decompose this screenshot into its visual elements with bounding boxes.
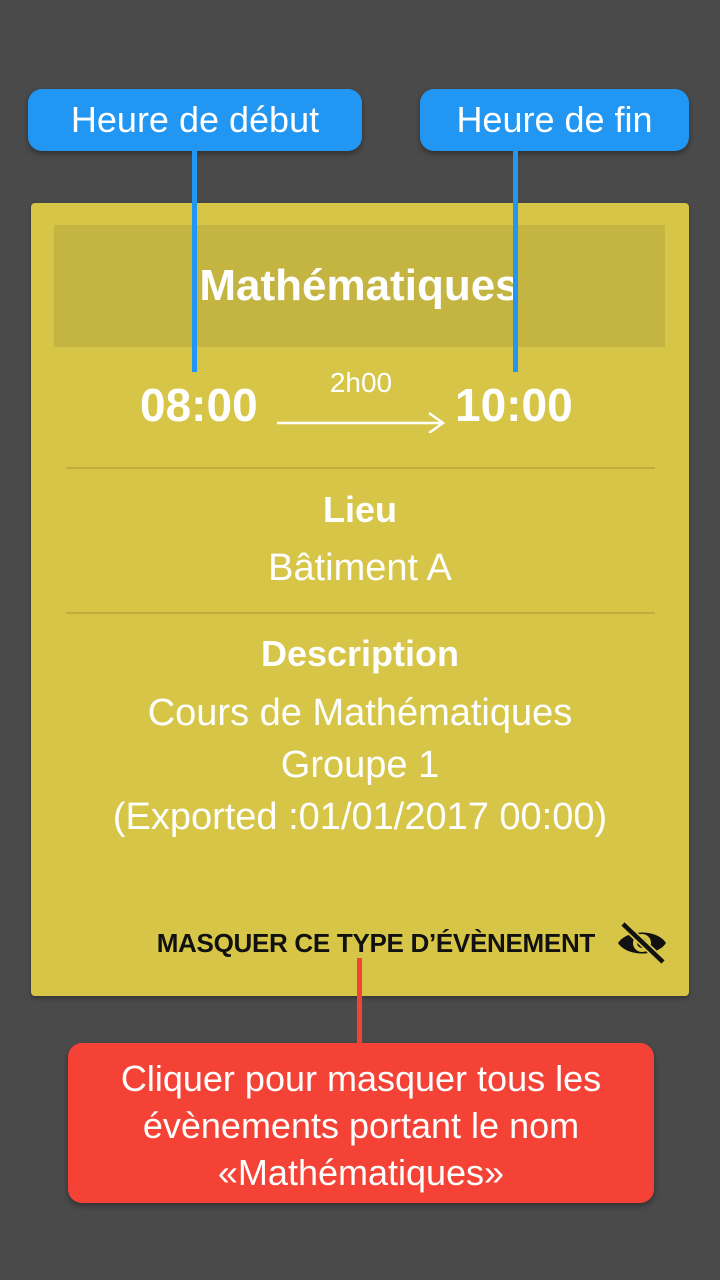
annotation-connector-start [192,150,197,372]
location-value: Bâtiment A [268,547,452,589]
annotation-hide-hint: Cliquer pour masquer tous les évènements… [68,1043,654,1203]
hide-event-type-label: MASQUER CE TYPE D’ÉVÈNEMENT [156,927,596,958]
location-label: Lieu [322,489,397,530]
annotation-hide-hint-line: Cliquer pour masquer tous les [120,1058,602,1099]
event-card: Mathématiques 08:00 2h00 10:00 Lieu Bâti… [31,203,689,996]
duration: 2h00 [329,367,393,398]
end-time: 10:00 [455,379,573,431]
divider [66,612,655,614]
hide-event-type-button[interactable]: MASQUER CE TYPE D’ÉVÈNEMENT [121,913,669,973]
annotation-connector-hide [357,958,362,1046]
event-title: Mathématiques [199,261,520,310]
annotation-hide-hint-line: évènements portant le nom [142,1105,580,1146]
annotation-end-time: Heure de fin [420,89,689,151]
start-time: 08:00 [140,379,258,431]
annotation-hide-hint-line: «Mathématiques» [217,1152,505,1193]
divider [66,467,655,469]
description-line: Groupe 1 [280,744,440,786]
description-line: (Exported :01/01/2017 00:00) [112,796,608,838]
description-label: Description [260,633,460,674]
arrow-right-icon [277,411,446,433]
annotation-connector-end [513,150,518,372]
eye-off-icon[interactable] [615,921,669,965]
event-title-band: Mathématiques [54,225,665,347]
description-line: Cours de Mathématiques [147,692,573,734]
annotation-start-time: Heure de début [28,89,362,151]
